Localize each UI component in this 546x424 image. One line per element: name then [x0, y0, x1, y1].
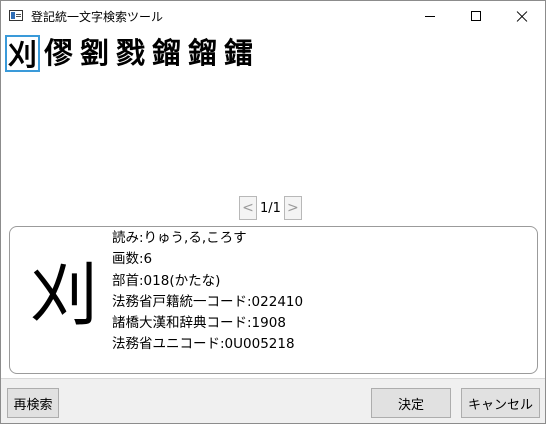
next-page-button[interactable]: > [283, 196, 302, 220]
candidate-character[interactable]: 鎦 [150, 35, 183, 72]
cancel-button[interactable]: キャンセル [461, 388, 540, 418]
candidate-character[interactable]: 刈 [5, 35, 40, 72]
detail-lines: 読み:りゅう,る,ころす 画数:6 部首:018(かたな) 法務省戸籍統一コード… [112, 228, 303, 356]
reading-line: 読み:りゅう,る,ころす [112, 230, 247, 246]
morohashi-code-line: 諸橋大漢和辞典コード:1908 [112, 315, 286, 332]
main-window: 登記統一文字検索ツール 刈 僇 劉 戮 鎦 鎦 鐳 < 1/1 > 刈 読み:り… [0, 0, 546, 424]
page-indicator: 1/1 [260, 200, 281, 216]
koseki-code-line: 法務省戸籍統一コード:022410 [112, 293, 304, 310]
stroke-count-line: 画数:6 [112, 251, 153, 268]
ok-button[interactable]: 決定 [371, 388, 451, 418]
chevron-left-icon: < [242, 200, 254, 216]
radical-line: 部首:018(かたな) [112, 272, 221, 289]
close-button[interactable] [499, 1, 545, 31]
maximize-button[interactable] [453, 1, 499, 31]
candidate-list: 刈 僇 劉 戮 鎦 鎦 鐳 [5, 35, 258, 75]
unicode-line: 法務省ユニコード:0U005218 [112, 336, 295, 353]
pager: < 1/1 > [239, 196, 302, 220]
character-detail-panel: 刈 読み:りゅう,る,ころす 画数:6 部首:018(かたな) 法務省戸籍統一コ… [9, 226, 538, 374]
candidate-character[interactable]: 鐳 [222, 35, 255, 72]
candidate-character[interactable]: 鎦 [186, 35, 219, 72]
candidate-character[interactable]: 戮 [114, 35, 147, 72]
prev-page-button[interactable]: < [239, 196, 257, 220]
close-icon [516, 10, 528, 22]
candidate-character[interactable]: 劉 [78, 35, 111, 72]
title-bar[interactable]: 登記統一文字検索ツール [1, 1, 545, 31]
minimize-icon [425, 15, 435, 17]
app-window-icon [9, 10, 23, 21]
minimize-button[interactable] [407, 1, 453, 31]
detail-character: 刈 [29, 257, 98, 336]
chevron-right-icon: > [287, 200, 299, 216]
window-title: 登記統一文字検索ツール [31, 10, 164, 24]
candidate-character[interactable]: 僇 [42, 35, 75, 72]
maximize-icon [471, 11, 481, 21]
research-button[interactable]: 再検索 [7, 388, 59, 418]
footer-bar: 再検索 決定 キャンセル [1, 378, 545, 423]
